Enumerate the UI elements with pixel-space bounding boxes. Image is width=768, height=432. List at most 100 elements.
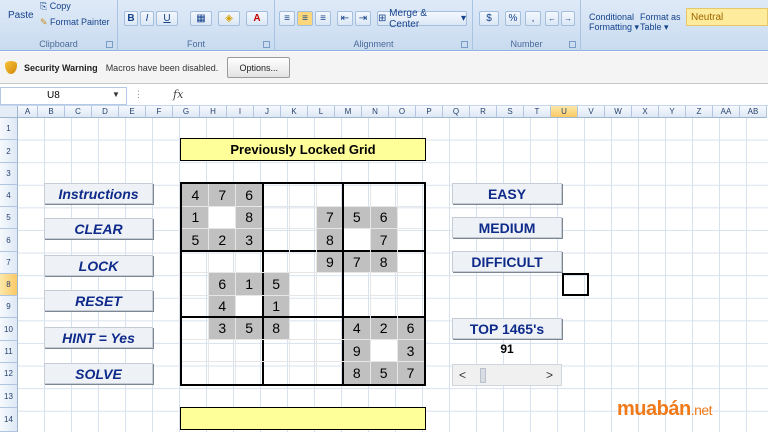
instructions-button[interactable]: Instructions bbox=[44, 183, 153, 204]
easy-button[interactable]: EASY bbox=[452, 183, 562, 204]
sudoku-cell[interactable] bbox=[263, 340, 290, 362]
sudoku-cell[interactable] bbox=[397, 295, 424, 317]
sudoku-cell[interactable] bbox=[370, 295, 397, 317]
sudoku-cell[interactable]: 7 bbox=[208, 184, 236, 207]
sudoku-cell[interactable]: 1 bbox=[262, 295, 290, 318]
copy-button[interactable]: ⎘ Copy bbox=[40, 1, 71, 12]
column-header[interactable]: N bbox=[362, 106, 389, 118]
sudoku-cell[interactable] bbox=[343, 228, 371, 251]
currency-button[interactable]: $ bbox=[479, 11, 499, 26]
reset-button[interactable]: RESET bbox=[44, 290, 153, 311]
sudoku-cell[interactable] bbox=[236, 340, 263, 362]
fill-color-button[interactable]: ◈ bbox=[218, 11, 240, 26]
sudoku-cell[interactable] bbox=[263, 228, 290, 250]
column-header[interactable]: P bbox=[416, 106, 443, 118]
sudoku-cell[interactable] bbox=[290, 228, 317, 250]
font-color-button[interactable]: A bbox=[246, 11, 268, 26]
sudoku-cell[interactable] bbox=[370, 339, 398, 362]
sudoku-cell[interactable]: 4 bbox=[182, 184, 209, 207]
column-header[interactable]: D bbox=[92, 106, 119, 118]
sudoku-cell[interactable] bbox=[397, 184, 424, 206]
sudoku-cell[interactable] bbox=[208, 206, 236, 229]
column-header[interactable]: W bbox=[605, 106, 632, 118]
format-painter-button[interactable]: ✎ Format Painter bbox=[40, 17, 110, 28]
sudoku-cell[interactable] bbox=[343, 273, 370, 295]
sudoku-cell[interactable]: 3 bbox=[397, 339, 424, 362]
column-header[interactable]: C bbox=[65, 106, 92, 118]
column-header[interactable]: X bbox=[632, 106, 659, 118]
italic-button[interactable]: I bbox=[140, 11, 154, 26]
row-header[interactable]: 6 bbox=[0, 229, 18, 252]
row-header[interactable]: 1 bbox=[0, 118, 18, 140]
sudoku-cell[interactable] bbox=[290, 184, 317, 206]
options-button[interactable]: Options... bbox=[227, 57, 291, 78]
sudoku-cell[interactable] bbox=[236, 362, 263, 384]
sudoku-cell[interactable]: 9 bbox=[343, 339, 371, 362]
row-header[interactable]: 4 bbox=[0, 185, 18, 207]
sudoku-cell[interactable]: 7 bbox=[316, 206, 344, 229]
selected-cell[interactable] bbox=[562, 273, 589, 296]
sudoku-cell[interactable] bbox=[209, 251, 236, 273]
sudoku-cell[interactable] bbox=[263, 251, 290, 273]
sudoku-cell[interactable] bbox=[263, 206, 290, 228]
sudoku-cell[interactable] bbox=[316, 295, 343, 317]
puzzle-scrollbar[interactable]: < > bbox=[452, 364, 562, 386]
sudoku-cell[interactable] bbox=[263, 184, 290, 206]
scroll-thumb[interactable] bbox=[480, 368, 486, 383]
sudoku-cell[interactable] bbox=[343, 184, 370, 206]
clear-button[interactable]: CLEAR bbox=[44, 218, 153, 239]
sudoku-cell[interactable]: 1 bbox=[182, 206, 209, 229]
column-header[interactable]: Z bbox=[686, 106, 713, 118]
column-header[interactable]: H bbox=[200, 106, 227, 118]
paste-button[interactable]: Paste bbox=[8, 10, 34, 21]
sudoku-cell[interactable]: 8 bbox=[370, 250, 398, 273]
sudoku-cell[interactable]: 3 bbox=[208, 317, 236, 340]
row-header[interactable]: 12 bbox=[0, 363, 18, 385]
column-header[interactable]: L bbox=[308, 106, 335, 118]
row-header[interactable]: 13 bbox=[0, 385, 18, 408]
row-header[interactable]: 14 bbox=[0, 408, 18, 432]
sudoku-cell[interactable]: 8 bbox=[343, 361, 371, 384]
clipboard-launcher-icon[interactable] bbox=[106, 41, 113, 48]
column-header[interactable]: E bbox=[119, 106, 146, 118]
scroll-right-icon[interactable]: > bbox=[546, 368, 553, 382]
sudoku-cell[interactable] bbox=[397, 206, 424, 228]
sudoku-cell[interactable] bbox=[290, 317, 317, 339]
neutral-style-swatch[interactable]: Neutral bbox=[686, 8, 768, 26]
sudoku-cell[interactable] bbox=[397, 228, 424, 250]
lock-button[interactable]: LOCK bbox=[44, 255, 153, 276]
row-header[interactable]: 8 bbox=[0, 274, 18, 296]
column-header[interactable]: S bbox=[497, 106, 524, 118]
function-icon[interactable]: fx bbox=[173, 88, 183, 101]
sudoku-cell[interactable] bbox=[316, 362, 343, 384]
sudoku-cell[interactable]: 5 bbox=[182, 228, 209, 251]
sudoku-cell[interactable]: 7 bbox=[397, 361, 424, 384]
sudoku-cell[interactable]: 6 bbox=[370, 206, 398, 229]
sudoku-cell[interactable]: 4 bbox=[343, 317, 371, 340]
chevron-down-icon[interactable]: ▼ bbox=[112, 90, 120, 99]
align-center-button[interactable]: ≡ bbox=[297, 11, 313, 26]
sudoku-cell[interactable]: 9 bbox=[316, 250, 344, 273]
column-header[interactable]: J bbox=[254, 106, 281, 118]
column-header[interactable]: V bbox=[578, 106, 605, 118]
sudoku-cell[interactable] bbox=[209, 340, 236, 362]
sudoku-cell[interactable]: 2 bbox=[370, 317, 398, 340]
sudoku-cell[interactable] bbox=[182, 317, 209, 339]
row-header[interactable]: 5 bbox=[0, 207, 18, 229]
font-launcher-icon[interactable] bbox=[263, 41, 270, 48]
scroll-left-icon[interactable]: < bbox=[459, 368, 466, 382]
sudoku-cell[interactable] bbox=[290, 340, 317, 362]
sudoku-cell[interactable]: 5 bbox=[343, 206, 371, 229]
decrease-indent-button[interactable]: ⇤ bbox=[337, 11, 353, 26]
sudoku-cell[interactable]: 8 bbox=[235, 206, 263, 229]
sudoku-cell[interactable]: 6 bbox=[397, 317, 424, 340]
decrease-decimal-button[interactable]: → bbox=[561, 11, 575, 26]
sudoku-cell[interactable] bbox=[316, 340, 343, 362]
sudoku-cell[interactable] bbox=[263, 362, 290, 384]
format-as-table-button[interactable]: Format as Table ▾ bbox=[640, 12, 681, 33]
sudoku-cell[interactable]: 2 bbox=[208, 228, 236, 251]
column-header[interactable]: M bbox=[335, 106, 362, 118]
number-launcher-icon[interactable] bbox=[569, 41, 576, 48]
sudoku-cell[interactable] bbox=[370, 273, 397, 295]
sudoku-cell[interactable]: 4 bbox=[208, 295, 236, 318]
